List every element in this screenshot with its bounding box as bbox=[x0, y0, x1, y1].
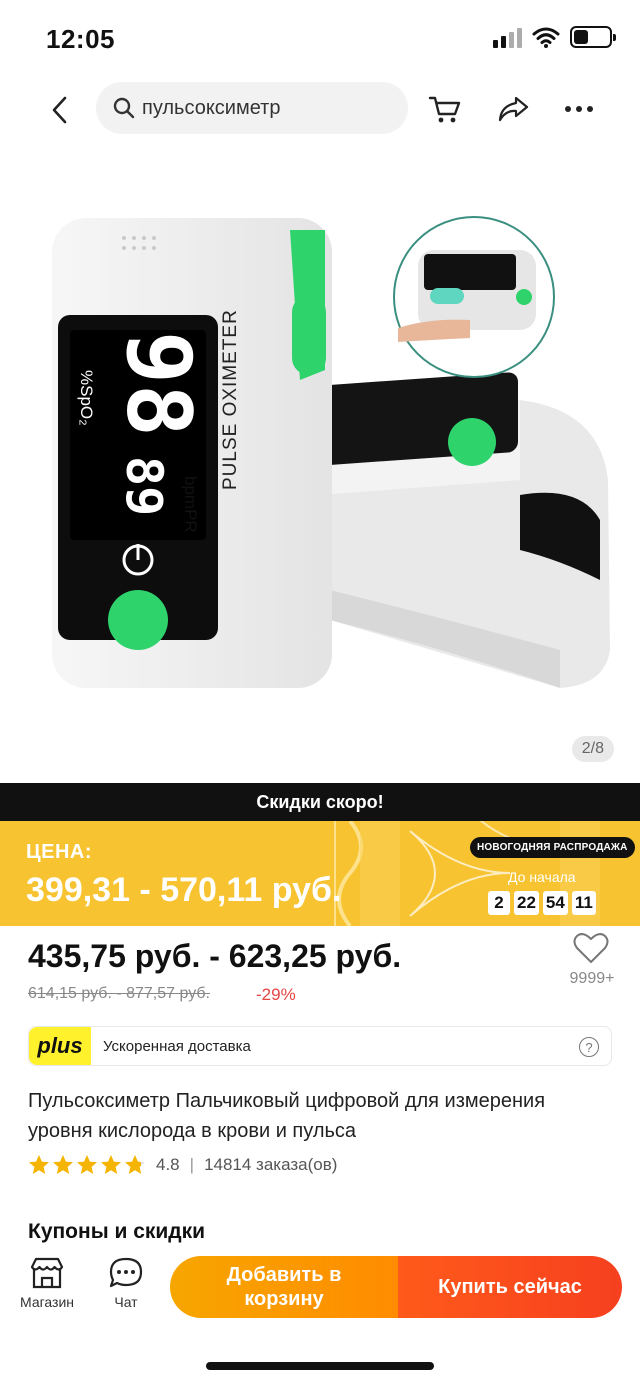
add-to-cart-button[interactable]: Добавить в корзину bbox=[170, 1256, 398, 1318]
add-to-cart-label: Добавить в корзину bbox=[226, 1264, 342, 1310]
delivery-text: Ускоренная доставка bbox=[103, 1037, 251, 1055]
help-icon[interactable]: ? bbox=[579, 1037, 599, 1057]
more-icon bbox=[565, 106, 593, 112]
timer-minutes: 54 bbox=[542, 891, 568, 915]
rating-stars bbox=[28, 1154, 146, 1176]
promo-banner[interactable]: ЦЕНА: 399,31 - 570,11 руб. НОВОГОДНЯЯ РА… bbox=[0, 821, 640, 926]
back-button[interactable] bbox=[40, 92, 80, 128]
battery-icon bbox=[570, 26, 616, 48]
home-indicator bbox=[206, 1362, 434, 1370]
timer-hours: 22 bbox=[514, 891, 539, 915]
heart-icon bbox=[573, 933, 609, 963]
promo-price-label: ЦЕНА: bbox=[26, 841, 92, 863]
search-input[interactable]: пульсоксиметр bbox=[96, 82, 408, 134]
discount-badge: -29% bbox=[256, 985, 296, 1004]
buy-now-label: Купить сейчас bbox=[438, 1275, 582, 1298]
status-bar: 12:05 bbox=[0, 0, 640, 76]
wishlist-count: 9999+ bbox=[569, 970, 615, 987]
star-icon bbox=[101, 1155, 121, 1174]
rating-separator: | bbox=[189, 1155, 195, 1174]
timer-days: 2 bbox=[488, 891, 510, 915]
store-tab[interactable]: Магазин bbox=[20, 1256, 74, 1310]
chat-tab[interactable]: Чат bbox=[108, 1256, 144, 1310]
star-icon bbox=[125, 1155, 145, 1174]
delivery-row[interactable]: plus Ускоренная доставка ? bbox=[28, 1026, 612, 1066]
rating-value: 4.8 bbox=[156, 1155, 180, 1174]
cart-icon bbox=[428, 96, 461, 123]
product-title: Пульсоксиметр Пальчиковый цифровой для и… bbox=[28, 1090, 546, 1142]
store-label: Магазин bbox=[20, 1294, 75, 1310]
device-side-text: PULSE OXIMETER bbox=[220, 309, 241, 490]
timer-seconds: 11 bbox=[571, 891, 596, 915]
star-icon bbox=[53, 1155, 73, 1174]
chat-label: Чат bbox=[114, 1294, 138, 1310]
device-spo2-label: %SpO₂ bbox=[77, 370, 96, 426]
chat-icon bbox=[109, 1257, 143, 1288]
coupons-title: Купоны и скидки bbox=[28, 1220, 206, 1243]
signal-icon bbox=[493, 26, 522, 48]
star-icon bbox=[77, 1155, 97, 1174]
current-price: 435,75 руб. - 623,25 руб. bbox=[28, 938, 402, 974]
star-icon bbox=[29, 1155, 49, 1174]
wishlist-button[interactable] bbox=[566, 932, 616, 964]
share-button[interactable] bbox=[494, 90, 532, 128]
wifi-icon bbox=[532, 27, 560, 48]
device-spo2-value: 98 bbox=[107, 331, 210, 437]
product-page: 12:05 пульсоксиметр 98 89 %SpO₂ bpmPR PU… bbox=[0, 0, 640, 1386]
search-query: пульсоксиметр bbox=[142, 96, 281, 119]
inset-image bbox=[393, 216, 555, 378]
device-back bbox=[300, 372, 610, 688]
countdown-timer: 2 22 54 11 bbox=[488, 891, 596, 915]
promo-price: 399,31 - 570,11 руб. bbox=[26, 871, 342, 909]
countdown-label: До начала bbox=[508, 869, 576, 885]
plus-badge: plus bbox=[29, 1027, 91, 1065]
sale-badge: НОВОГОДНЯЯ РАСПРОДАЖА bbox=[470, 837, 635, 858]
product-gallery[interactable]: 98 89 %SpO₂ bpmPR PULSE OXIMETER 2/8 bbox=[0, 150, 640, 782]
device-front bbox=[52, 218, 332, 688]
cart-button[interactable] bbox=[426, 90, 464, 128]
orders-count: 14814 заказа(ов) bbox=[204, 1155, 338, 1174]
more-button[interactable] bbox=[560, 90, 598, 128]
status-time: 12:05 bbox=[46, 24, 115, 54]
store-icon bbox=[30, 1257, 64, 1289]
top-nav: пульсоксиметр bbox=[0, 76, 640, 142]
buy-now-button[interactable]: Купить сейчас bbox=[398, 1256, 622, 1318]
share-icon bbox=[498, 96, 529, 122]
product-image bbox=[52, 216, 610, 688]
promo-headline: Скидки скоро! bbox=[0, 783, 640, 821]
device-bpm-label: bpmPR bbox=[181, 476, 200, 533]
rating-row[interactable]: 4.8 | 14814 заказа(ов) bbox=[28, 1152, 337, 1178]
chevron-left-icon bbox=[52, 96, 67, 124]
search-icon bbox=[113, 97, 135, 119]
device-pulse-value: 89 bbox=[115, 456, 173, 517]
old-price: 614,15 руб. - 877,57 руб. bbox=[28, 985, 210, 1002]
image-counter: 2/8 bbox=[571, 736, 614, 762]
status-icons bbox=[493, 26, 616, 48]
